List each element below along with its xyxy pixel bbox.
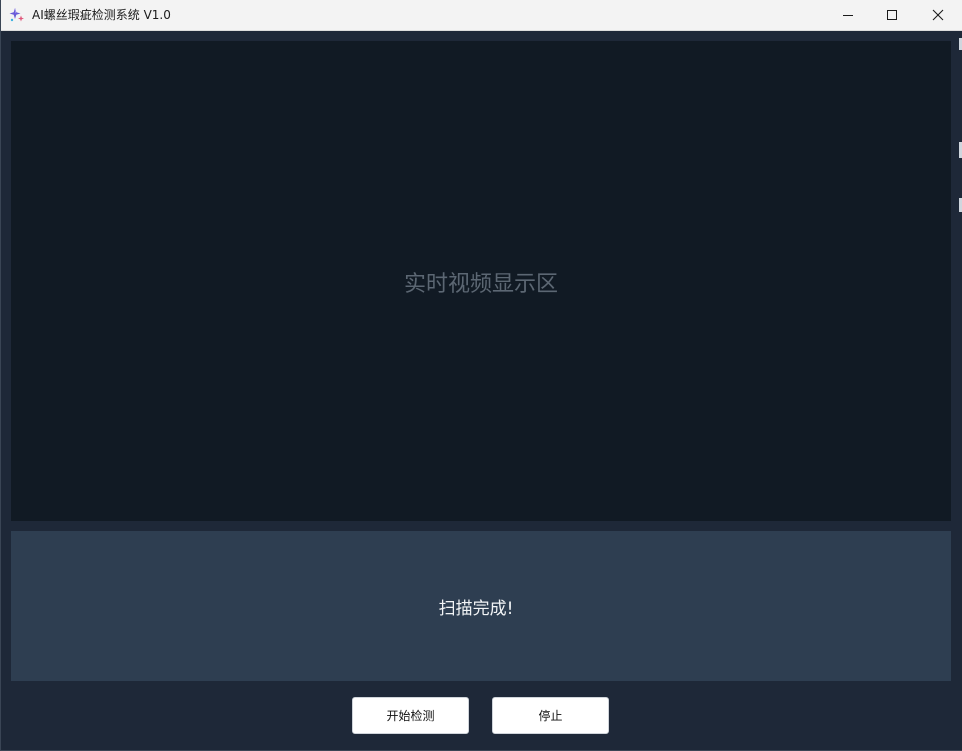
video-placeholder-label: 实时视频显示区 [403, 272, 558, 297]
window-title: AI螺丝瑕疵检测系统 V1.0 [32, 8, 171, 22]
close-icon [932, 9, 944, 21]
status-panel: 扫描完成! [11, 531, 951, 681]
start-detection-button[interactable]: 开始检测 [352, 697, 469, 734]
video-display-area: 实时视频显示区 [11, 41, 951, 521]
title-bar[interactable]: AI螺丝瑕疵检测系统 V1.0 [1, 0, 962, 31]
sparkle-icon [9, 7, 25, 23]
maximize-button[interactable] [869, 0, 915, 30]
app-window: AI螺丝瑕疵检测系统 V1.0 实时视频显示区 扫描完成! 开始检测 停止 [0, 0, 962, 751]
maximize-icon [886, 9, 898, 21]
status-message: 扫描完成! [438, 598, 514, 619]
minimize-button[interactable] [825, 0, 871, 30]
stop-button[interactable]: 停止 [492, 697, 609, 734]
minimize-icon [842, 9, 854, 21]
close-button[interactable] [915, 0, 961, 30]
window-edge [958, 31, 962, 750]
